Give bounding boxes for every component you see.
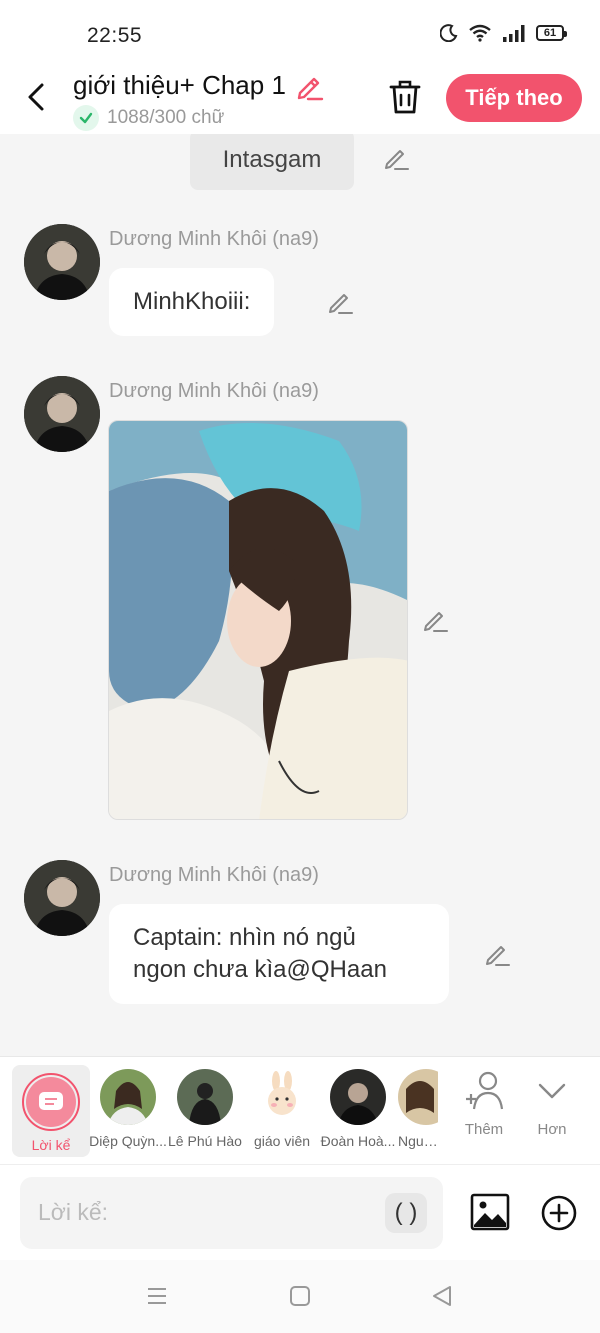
- narration-icon: [26, 1077, 76, 1127]
- character-label: giáo viên: [253, 1133, 311, 1149]
- message-input[interactable]: Lời kể: ( ): [20, 1177, 443, 1249]
- avatar[interactable]: [24, 860, 100, 936]
- next-button[interactable]: Tiếp theo: [446, 74, 582, 122]
- message-line: Captain: nhìn nó ngủ: [133, 924, 356, 951]
- page-title: giới thiệu+ Chap 1: [73, 70, 286, 100]
- narration-bubble[interactable]: Intasgam: [190, 134, 354, 190]
- input-area: Lời kể: ( ): [0, 1164, 600, 1260]
- add-person-icon: [466, 1071, 504, 1110]
- back-triangle-icon[interactable]: [430, 1284, 454, 1308]
- character-avatar: [100, 1069, 156, 1125]
- sender-name: Dương Minh Khôi (na9): [109, 380, 319, 402]
- chat-area[interactable]: Intasgam Dương Minh Khôi (na9) MinhKhoii…: [0, 134, 600, 1056]
- chevron-down-icon: [538, 1083, 566, 1099]
- character-label: Diệp Quỳn...: [89, 1133, 167, 1149]
- character-avatar: [177, 1069, 233, 1125]
- add-character-button[interactable]: Thêm: [462, 1071, 506, 1138]
- character-avatar: [398, 1069, 438, 1125]
- character-item[interactable]: giáo viên: [247, 1069, 317, 1159]
- message-bubble[interactable]: MinhKhoiii:: [109, 268, 275, 336]
- character-avatar: [330, 1069, 386, 1125]
- character-label: Lê Phú Hào: [168, 1133, 242, 1149]
- trash-icon[interactable]: [387, 78, 423, 116]
- character-label: Lời kể: [31, 1137, 71, 1153]
- wifi-icon: [469, 24, 491, 42]
- battery-icon: 61: [536, 25, 567, 41]
- status-time: 22:55: [87, 24, 143, 47]
- back-icon[interactable]: [22, 80, 52, 114]
- parenthesis-button[interactable]: ( ): [385, 1193, 427, 1233]
- edit-icon[interactable]: [382, 144, 410, 172]
- character-bar: Lời kể Diệp Quỳn... Lê Phú Hào giáo viên…: [0, 1056, 600, 1164]
- more-label: Hơn: [537, 1121, 567, 1138]
- home-icon[interactable]: [288, 1284, 312, 1308]
- sender-name: Dương Minh Khôi (na9): [109, 864, 319, 886]
- sender-name: Dương Minh Khôi (na9): [109, 228, 319, 250]
- title-block: giới thiệu+ Chap 1 1088/300 chữ: [73, 70, 324, 131]
- avatar[interactable]: [24, 376, 100, 452]
- plus-circle-icon[interactable]: [541, 1195, 577, 1231]
- character-item[interactable]: Đoàn Hoà...: [321, 1069, 395, 1159]
- status-icons: 61: [440, 24, 567, 42]
- character-narrator[interactable]: Lời kể: [12, 1065, 90, 1157]
- character-label: Đoàn Hoà...: [320, 1133, 396, 1149]
- pencil-icon[interactable]: [294, 71, 324, 101]
- character-item[interactable]: Lê Phú Hào: [168, 1069, 242, 1159]
- character-item[interactable]: Diệp Quỳn...: [89, 1069, 167, 1159]
- edit-icon[interactable]: [326, 288, 354, 316]
- character-item[interactable]: Nguyễ: [398, 1069, 438, 1159]
- input-placeholder: Lời kể:: [38, 1199, 109, 1225]
- add-character-label: Thêm: [464, 1121, 504, 1138]
- moon-icon: [440, 24, 458, 42]
- edit-icon[interactable]: [421, 606, 449, 634]
- message-photo[interactable]: [108, 420, 408, 820]
- system-nav-bar: [0, 1260, 600, 1333]
- image-icon[interactable]: [470, 1193, 510, 1231]
- header: giới thiệu+ Chap 1 1088/300 chữ Tiếp the…: [0, 66, 600, 134]
- more-button[interactable]: Hơn: [534, 1071, 570, 1138]
- check-icon: [73, 105, 99, 131]
- word-count: 1088/300 chữ: [107, 107, 225, 128]
- message-bubble[interactable]: Captain: nhìn nó ngủ ngon chưa kìa@QHaan: [109, 904, 449, 1004]
- menu-icon[interactable]: [145, 1284, 169, 1308]
- character-label: Nguyễ: [398, 1133, 438, 1149]
- character-avatar: [254, 1069, 310, 1125]
- avatar[interactable]: [24, 224, 100, 300]
- signal-icon: [503, 25, 525, 42]
- message-line: ngon chưa kìa@QHaan: [133, 956, 387, 983]
- edit-icon[interactable]: [483, 940, 511, 968]
- status-bar: 22:55 61: [0, 0, 600, 66]
